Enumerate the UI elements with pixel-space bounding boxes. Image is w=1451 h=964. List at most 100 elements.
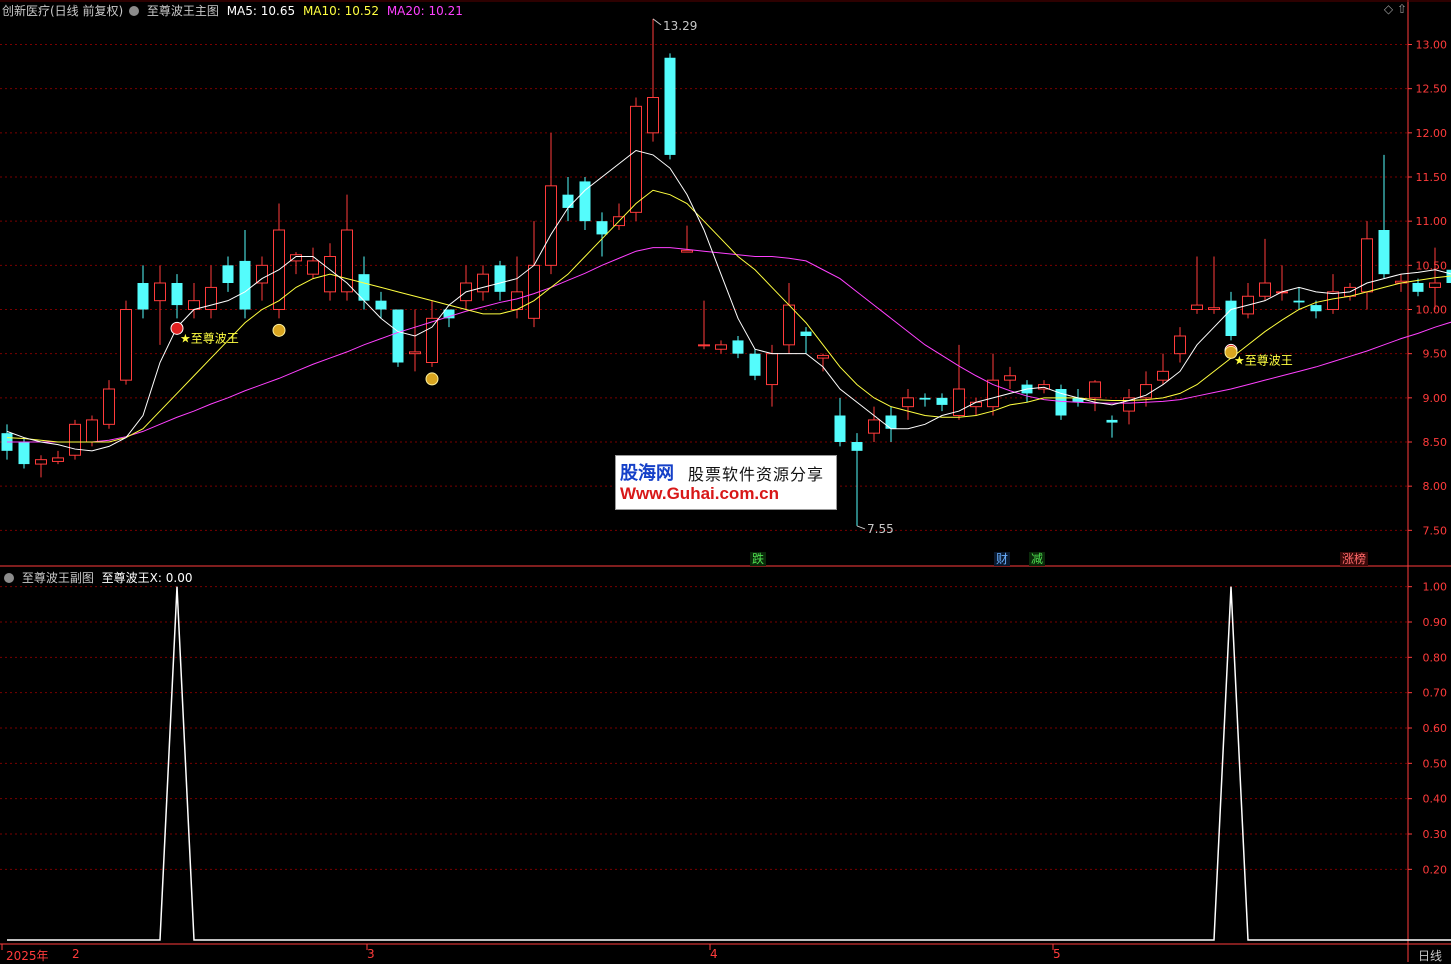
sub-tick-label: 0.30: [1423, 828, 1448, 841]
candle-body-down: [665, 58, 676, 155]
max-price-label: 13.29: [663, 19, 697, 33]
min-price-label: 7.55: [867, 522, 894, 536]
sub-chart-header: 至尊波王副图 至尊波王X: 0.00: [2, 569, 192, 586]
dropdown-icon[interactable]: [129, 6, 139, 16]
candle-body-up: [1175, 336, 1186, 354]
candle-body-up: [36, 460, 47, 464]
main-tick-label: 11.50: [1416, 171, 1448, 184]
candle-body-up: [903, 398, 914, 407]
time-label-feb: 2: [72, 947, 80, 961]
ma20-label: MA20: 10.21: [387, 4, 463, 18]
candle-body-down: [750, 354, 761, 376]
main-tick-label: 8.00: [1423, 480, 1448, 493]
sub-tick-label: 0.40: [1423, 793, 1448, 806]
candle-body-down: [1413, 283, 1424, 292]
money-bag-icon: [426, 373, 438, 385]
main-tick-label: 12.00: [1416, 127, 1448, 140]
sub-signal-line: [7, 587, 1451, 940]
candle-body-down: [19, 442, 30, 464]
candle-body-up: [784, 305, 795, 345]
top-right-icons[interactable]: ◇ ⇧: [1384, 2, 1407, 16]
marker-die[interactable]: 跌: [750, 552, 766, 566]
candle-body-down: [852, 442, 863, 451]
money-bag-icon: [1225, 346, 1237, 358]
candle-body-down: [138, 283, 149, 310]
marker-zhangbang[interactable]: 涨榜: [1340, 552, 1368, 566]
candle-body-down: [223, 265, 234, 283]
signal-label: ★至尊波王: [1234, 352, 1293, 367]
time-label-year: 2025年: [6, 947, 49, 964]
candle-body-up: [427, 318, 438, 362]
ma5-label: MA5: 10.65: [227, 4, 295, 18]
candle-body-down: [733, 340, 744, 353]
candle-body-up: [1430, 283, 1441, 287]
candle-body-up: [1005, 376, 1016, 380]
candle-body-down: [376, 301, 387, 310]
main-tick-label: 11.00: [1416, 215, 1448, 228]
sub-tick-label: 0.70: [1423, 687, 1448, 700]
sub-tick-label: 0.20: [1423, 863, 1448, 876]
candle-body-up: [478, 274, 489, 292]
sub-value-label: 至尊波王X: 0.00: [102, 571, 193, 585]
candle-body-down: [937, 398, 948, 405]
candle-body-up: [53, 458, 64, 462]
candle-body-up: [512, 292, 523, 310]
candle-body-down: [801, 332, 812, 336]
stock-title: 创新医疗(日线 前复权): [2, 4, 123, 18]
sub-tick-label: 0.60: [1423, 722, 1448, 735]
up-arrow-icon[interactable]: ⇧: [1397, 2, 1407, 16]
watermark-url: Www.Guhai.com.cn: [620, 484, 779, 504]
candle-body-up: [70, 424, 81, 455]
period-label[interactable]: 日线: [1418, 947, 1442, 964]
candle-body-up: [869, 420, 880, 433]
main-tick-label: 8.50: [1423, 436, 1448, 449]
watermark-slogan: 股票软件资源分享: [688, 461, 824, 485]
diamond-icon[interactable]: ◇: [1384, 2, 1393, 16]
candle-body-down: [1294, 301, 1305, 303]
ma10-label: MA10: 10.52: [303, 4, 379, 18]
candle-body-up: [682, 250, 693, 252]
candle-body-down: [1311, 305, 1322, 311]
marker-cai[interactable]: 财: [994, 552, 1010, 566]
candle-body-up: [308, 261, 319, 274]
main-chart-header: 创新医疗(日线 前复权) 至尊波王主图 MA5: 10.65 MA10: 10.…: [2, 2, 463, 19]
candle-body-down: [495, 265, 506, 292]
candle-body-down: [393, 310, 404, 363]
candle-body-down: [886, 416, 897, 429]
candle-body-up: [716, 345, 727, 349]
candle-body-up: [1260, 283, 1271, 296]
candle-body-down: [1226, 301, 1237, 336]
candle-body-up: [121, 310, 132, 381]
candle-body-down: [1379, 230, 1390, 274]
candle-body-up: [104, 389, 115, 424]
main-tick-label: 9.00: [1423, 392, 1448, 405]
candle-body-up: [1158, 371, 1169, 380]
candle-body-down: [597, 221, 608, 234]
indicator-name[interactable]: 至尊波王主图: [147, 4, 219, 18]
candle-body-up: [631, 106, 642, 212]
max-pointer: [653, 19, 661, 25]
dropdown-icon[interactable]: [4, 573, 14, 583]
main-tick-label: 13.00: [1416, 39, 1448, 52]
sub-indicator-name[interactable]: 至尊波王副图: [22, 571, 94, 585]
main-tick-label: 7.50: [1423, 524, 1448, 537]
candle-body-up: [767, 354, 778, 385]
candle-body-down: [172, 283, 183, 305]
watermark: 股海网 股票软件资源分享 Www.Guhai.com.cn: [615, 455, 837, 510]
candle-body-up: [1192, 305, 1203, 309]
marker-jian[interactable]: 减: [1029, 552, 1045, 566]
candle-body-up: [546, 186, 557, 265]
candle-body-up: [155, 283, 166, 301]
candle-body-up: [1362, 239, 1373, 292]
main-tick-label: 12.50: [1416, 83, 1448, 96]
time-label-may: 5: [1053, 947, 1061, 961]
watermark-brand: 股海网: [620, 459, 674, 485]
candle-body-up: [648, 98, 659, 133]
candle-body-down: [563, 195, 574, 208]
candle-body-up: [699, 345, 710, 346]
sub-tick-label: 0.50: [1423, 757, 1448, 770]
main-tick-label: 10.00: [1416, 304, 1448, 317]
candle-body-down: [240, 261, 251, 310]
min-pointer: [857, 526, 865, 529]
signal-label: ★至尊波王: [180, 330, 239, 345]
